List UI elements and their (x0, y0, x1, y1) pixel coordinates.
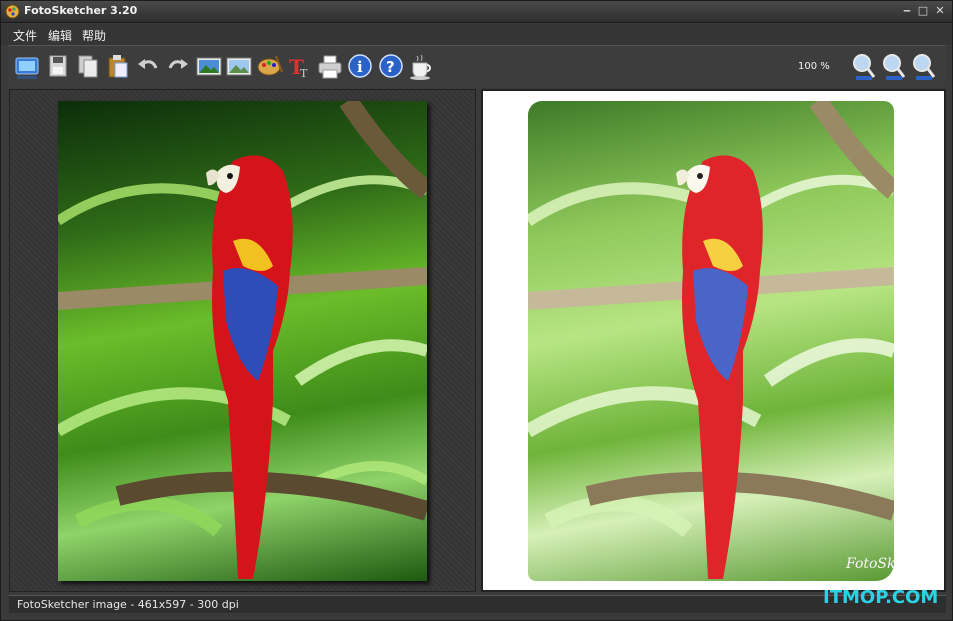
status-bar: FotoSketcher image - 461x597 - 300 dpi (9, 595, 946, 613)
original-image-icon (196, 57, 222, 76)
text-icon: T T (289, 55, 308, 80)
save-icon (49, 55, 67, 77)
print-button[interactable] (316, 52, 344, 82)
menu-file[interactable]: 文件 (10, 26, 40, 45)
help-button[interactable]: ? (377, 52, 405, 82)
svg-text:T: T (300, 67, 308, 80)
original-image-panel[interactable] (9, 89, 476, 592)
open-button[interactable] (13, 52, 41, 82)
paste-icon (108, 55, 128, 78)
original-photo (58, 101, 427, 581)
parrot-illustration-original (58, 101, 427, 579)
show-original-button[interactable] (195, 52, 223, 82)
redo-button[interactable] (164, 52, 192, 82)
donate-button[interactable] (407, 52, 435, 82)
artist-signature: FotoSketcher (846, 556, 894, 572)
site-watermark: ITMOP.COM (823, 587, 939, 608)
zoom-out-icon (913, 54, 936, 80)
status-text: FotoSketcher image - 461x597 - 300 dpi (17, 598, 239, 611)
zoom-actual-icon (883, 54, 906, 80)
open-icon (15, 57, 39, 79)
svg-text:i: i (357, 58, 363, 76)
menu-help[interactable]: 帮助 (79, 26, 109, 45)
menu-bar: 文件 编辑 帮助 (1, 24, 952, 45)
palette-icon (257, 55, 283, 76)
coffee-icon (410, 54, 431, 80)
undo-button[interactable] (134, 52, 162, 82)
zoom-in-button[interactable] (850, 52, 878, 82)
paste-button[interactable] (104, 52, 132, 82)
close-button[interactable]: ✕ (932, 3, 948, 19)
menu-edit[interactable]: 编辑 (45, 26, 75, 45)
minimize-button[interactable]: ‒ (899, 3, 915, 19)
zoom-in-icon (853, 54, 876, 80)
info-icon: i (348, 54, 372, 78)
maximize-button[interactable]: □ (915, 3, 931, 19)
undo-icon (138, 59, 158, 69)
parrot-illustration-processed (528, 101, 894, 579)
toolbar: T T i ? 100 % (8, 45, 945, 87)
processed-image-icon (226, 57, 252, 76)
print-icon (318, 55, 342, 79)
window-title: FotoSketcher 3.20 (24, 4, 138, 17)
svg-text:?: ? (386, 58, 395, 76)
processed-image-panel[interactable]: FotoSketcher (481, 89, 946, 592)
title-bar: FotoSketcher 3.20 ‒ □ ✕ (1, 1, 952, 23)
zoom-level: 100 % (798, 61, 830, 72)
show-processed-button[interactable] (225, 52, 253, 82)
processed-photo: FotoSketcher (528, 101, 894, 581)
app-window: FotoSketcher 3.20 ‒ □ ✕ 文件 编辑 帮助 T T i ?… (0, 0, 953, 621)
app-logo-icon (5, 4, 20, 19)
palette-button[interactable] (256, 52, 284, 82)
copy-button[interactable] (74, 52, 102, 82)
save-button[interactable] (44, 52, 72, 82)
help-icon: ? (379, 54, 403, 78)
zoom-out-button[interactable] (910, 52, 938, 82)
info-button[interactable]: i (346, 52, 374, 82)
add-text-button[interactable]: T T (286, 52, 314, 82)
copy-icon (78, 55, 98, 78)
redo-icon (168, 59, 188, 69)
zoom-actual-button[interactable] (880, 52, 908, 82)
